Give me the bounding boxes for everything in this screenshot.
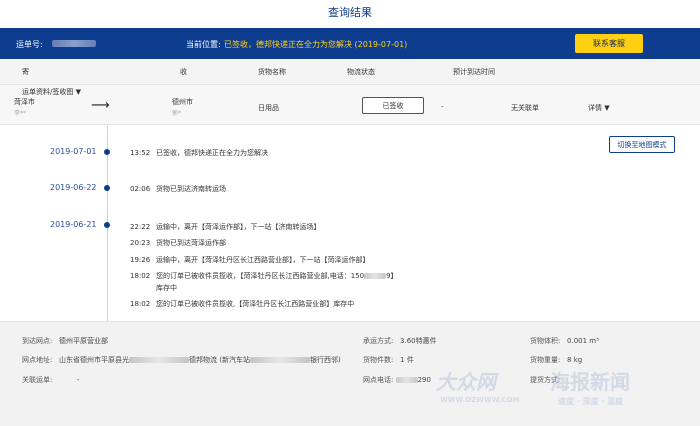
status-badge[interactable]: 已签收 — [362, 97, 424, 114]
linked-waybill: 关联运单: - — [22, 376, 80, 384]
piece-count: 货物件数: 1 件 — [363, 356, 414, 364]
receiver-city: 德州市 — [172, 98, 193, 106]
detail-label: 详情 — [588, 104, 602, 112]
receiver-name: 郭* — [172, 110, 182, 117]
chevron-down-icon: ▼ — [75, 88, 81, 96]
detail-toggle[interactable]: 详情 ▼ — [588, 103, 610, 113]
current-location-value: 已签收，德邦快递正在全力为您解决 (2019-07-01) — [224, 40, 408, 49]
sender-name: 李** — [14, 110, 27, 117]
timeline-event: 02:06 货物已到达济南转运场 — [130, 184, 226, 194]
event-time: 13:52 — [130, 149, 151, 157]
sender-city: 菏泽市 — [14, 98, 35, 106]
chevron-down-icon: ▼ — [604, 104, 610, 112]
arrival-point: 到达网点: 德州平原营业部 — [22, 337, 109, 345]
waybill-number-label: 运单号: — [16, 40, 43, 49]
event-text: 货物已到达菏泽运作部 — [156, 239, 226, 247]
arrow-right-icon: ⟶ — [91, 98, 110, 113]
header-sender: 寄 — [22, 68, 29, 76]
masked-phone — [364, 273, 387, 279]
timeline-event: 13:52 已签收，德邦快递正在全力为您解决 — [130, 148, 268, 158]
event-time: 18:02 — [130, 272, 151, 280]
timeline-dot — [104, 222, 110, 228]
event-text: 货物已到达济南转运场 — [156, 185, 226, 193]
goods-name: 日用品 — [258, 104, 279, 112]
masked-phone — [395, 377, 418, 383]
waybill-sign-image-toggle[interactable]: 运单资料/签收图 ▼ — [22, 87, 81, 97]
waybill-bar: 运单号: 当前位置: 已签收，德邦快递正在全力为您解决 (2019-07-01)… — [0, 28, 700, 59]
timeline-event: 20:23 货物已到达菏泽运作部 — [130, 238, 226, 248]
goods-volume: 货物体积: 0.001 m³ — [530, 337, 599, 345]
event-time: 22:22 — [130, 223, 151, 231]
event-text: 运输中，离开【菏泽牡丹区长江西路营业部】，下一站【菏泽运作部】 — [156, 256, 370, 264]
table-header: 寄 收 货物名称 物流状态 预计到达时间 — [0, 59, 700, 85]
point-address: 网点地址: 山东省德州市平原县光 德邦物流 (新汽车站 银行西邻) — [22, 356, 341, 364]
goods-weight: 货物重量: 8 kg — [530, 356, 583, 364]
header-receiver: 收 — [180, 68, 187, 76]
timeline-dot — [104, 149, 110, 155]
point-phone: 网点电话: 290 — [363, 376, 431, 384]
header-eta: 预计到达时间 — [453, 68, 495, 76]
event-text: 您的订单已被收件员揽收，【菏泽牡丹区长江西路营业部,电话：150 — [156, 272, 365, 280]
header-goods: 货物名称 — [258, 68, 286, 76]
header-status: 物流状态 — [347, 68, 375, 76]
timeline-event: 18:02 您的订单已被收件员揽收，【菏泽牡丹区长江西路营业部,电话：150 9】 — [130, 271, 398, 281]
waybill-number-masked — [52, 40, 96, 47]
timeline-event: 22:22 运输中，离开【菏泽运作部】，下一站【济南转运场】 — [130, 222, 321, 232]
transport-mode: 承运方式: 3.60特惠件 — [363, 337, 437, 345]
event-time: 20:23 — [130, 239, 151, 247]
event-text: 您的订单已被收件员揽收,【菏泽牡丹区长江西路营业部】库存中 — [156, 300, 355, 308]
timeline-event-continued: 库存中 — [156, 284, 177, 292]
waybill-sign-label: 运单资料/签收图 — [22, 88, 74, 96]
event-text: 已签收，德邦快递正在全力为您解决 — [156, 149, 268, 157]
event-time: 02:06 — [130, 185, 151, 193]
table-row: 菏泽市 李** ⟶ 德州市 郭* 日用品 已签收 - 无关联单 详情 ▼ — [0, 85, 700, 125]
timeline-event: 19:26 运输中，离开【菏泽牡丹区长江西路营业部】，下一站【菏泽运作部】 — [130, 255, 370, 265]
shipment-info-panel: 到达网点: 德州平原营业部 网点地址: 山东省德州市平原县光 德邦物流 (新汽车站… — [0, 321, 700, 426]
timeline-dot — [104, 185, 110, 191]
current-location-label: 当前位置: — [186, 40, 221, 49]
map-mode-toggle-button[interactable]: 切换至地图模式 — [609, 136, 675, 153]
masked-address — [250, 357, 311, 363]
event-time: 19:26 — [130, 256, 151, 264]
pickup-method: 提货方式: — [530, 376, 561, 384]
masked-address — [129, 357, 190, 363]
event-text-end: 9】 — [386, 272, 398, 280]
event-text: 运输中，离开【菏泽运作部】，下一站【济南转运场】 — [156, 223, 321, 231]
page-title: 查询结果 — [328, 6, 372, 19]
timeline-date: 2019-06-22 — [50, 183, 97, 192]
eta-value: - — [441, 103, 444, 111]
timeline-date: 2019-06-21 — [50, 220, 97, 229]
association-value: 无关联单 — [511, 104, 539, 112]
contact-service-button[interactable]: 联系客服 — [575, 34, 643, 53]
timeline-event: 18:02 您的订单已被收件员揽收,【菏泽牡丹区长江西路营业部】库存中 — [130, 299, 354, 309]
event-time: 18:02 — [130, 300, 151, 308]
timeline-date: 2019-07-01 — [50, 147, 97, 156]
